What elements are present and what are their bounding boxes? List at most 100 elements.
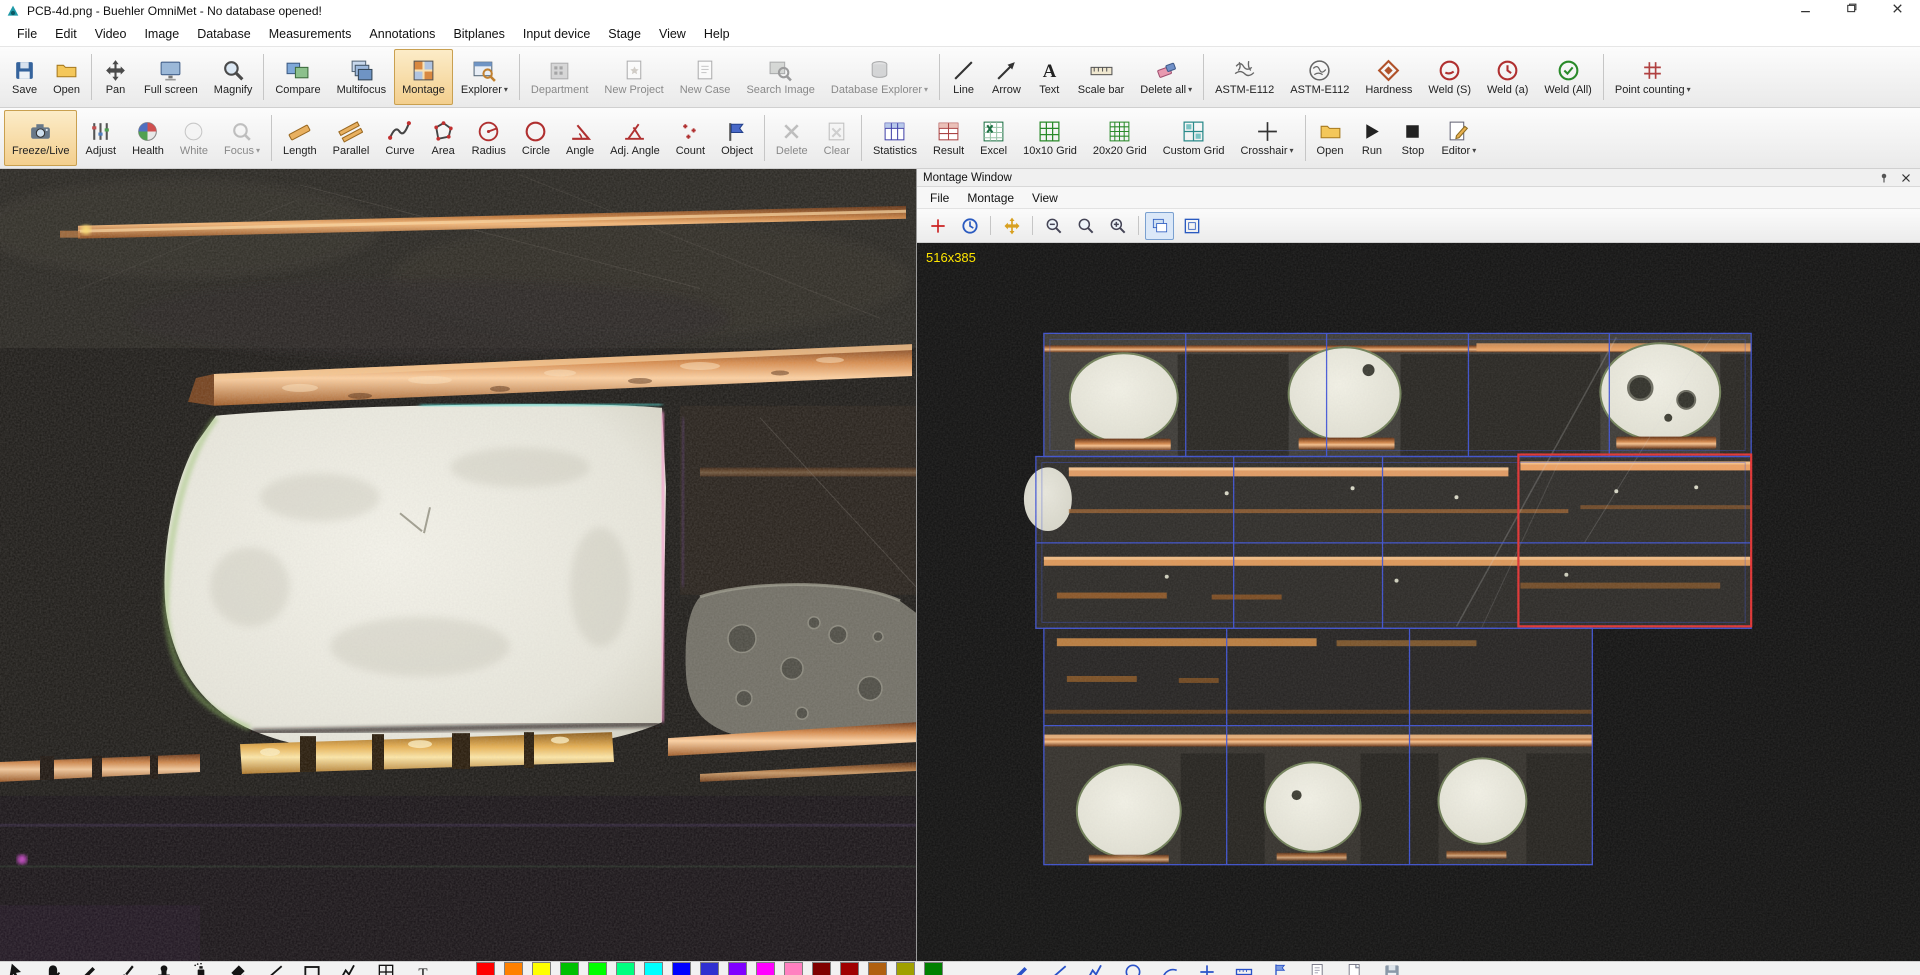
weld-all-button[interactable]: Weld (All) [1536,49,1599,105]
image-viewport[interactable] [0,169,916,961]
excel-button[interactable]: Excel [972,110,1015,166]
flagb-tool-button[interactable] [1271,962,1291,975]
menu-input-device[interactable]: Input device [514,24,599,44]
menu-image[interactable]: Image [135,24,188,44]
menu-bitplanes[interactable]: Bitplanes [444,24,513,44]
montage-menu-file[interactable]: File [921,189,958,207]
palette-swatch-11[interactable] [784,962,803,975]
circleb-tool-button[interactable] [1123,962,1143,975]
poly-tool-button[interactable] [339,962,359,975]
pan-button[interactable]: Pan [95,49,136,105]
result-button[interactable]: Result [925,110,972,166]
explorer-button[interactable]: Explorer▾ [453,49,516,105]
maximize-button[interactable] [1828,0,1874,22]
recti-tool-button[interactable] [302,962,322,975]
crosshair-button[interactable]: Crosshair▾ [1232,110,1301,166]
pencilb-tool-button[interactable] [1012,962,1032,975]
rotate-tool-button[interactable] [955,212,984,240]
adj-angle-button[interactable]: Adj. Angle [602,110,668,166]
menu-database[interactable]: Database [188,24,260,44]
editor-button[interactable]: Editor▾ [1433,110,1484,166]
close-button[interactable] [1874,0,1920,22]
point-counting-button[interactable]: Point counting▾ [1607,49,1699,105]
montage-menu-montage[interactable]: Montage [958,189,1023,207]
texti-tool-button[interactable]: T [413,962,433,975]
menu-help[interactable]: Help [695,24,739,44]
pointer-tool-button[interactable] [6,962,26,975]
menu-video[interactable]: Video [86,24,136,44]
palette-swatch-3[interactable] [560,962,579,975]
doc2-tool-button[interactable] [1345,962,1365,975]
magnify-button[interactable]: Magnify [206,49,261,105]
open-button[interactable]: Open [45,49,88,105]
length-button[interactable]: Length [275,110,325,166]
scale-bar-button[interactable]: Scale bar [1070,49,1132,105]
minimize-button[interactable] [1782,0,1828,22]
parallel-button[interactable]: Parallel [325,110,378,166]
weld-a-button[interactable]: Weld (a) [1479,49,1536,105]
multifocus-button[interactable]: Multifocus [329,49,395,105]
savesmall-tool-button[interactable] [1382,962,1402,975]
stop-button[interactable]: Stop [1392,110,1433,166]
palette-swatch-10[interactable] [756,962,775,975]
palette-swatch-16[interactable] [924,962,943,975]
montage-titlebar[interactable]: Montage Window [917,169,1920,187]
arcb-tool-button[interactable] [1160,962,1180,975]
montage-button[interactable]: Montage [394,49,453,105]
circle-button[interactable]: Circle [514,110,558,166]
cascade-tool-button[interactable] [1145,212,1174,240]
count-button[interactable]: Count [668,110,713,166]
montage-canvas[interactable]: 516x385 [917,243,1920,961]
zoomin-tool-button[interactable] [1103,212,1132,240]
run-button[interactable]: Run [1351,110,1392,166]
stamp-tool-button[interactable] [154,962,174,975]
adjust-button[interactable]: Adjust [77,110,124,166]
palette-swatch-12[interactable] [812,962,831,975]
hardness-button[interactable]: Hardness [1357,49,1420,105]
palette-swatch-6[interactable] [644,962,663,975]
spray-tool-button[interactable] [191,962,211,975]
pencil-tool-button[interactable] [80,962,100,975]
astm-e112-button[interactable]: ASTM-E112 [1207,49,1282,105]
custom-grid-button[interactable]: Custom Grid [1155,110,1233,166]
object-button[interactable]: Object [713,110,761,166]
weld-s-button[interactable]: Weld (S) [1420,49,1479,105]
doc-tool-button[interactable] [1308,962,1328,975]
brush-tool-button[interactable] [117,962,137,975]
lineb-tool-button[interactable] [1049,962,1069,975]
crossb-tool-button[interactable] [1197,962,1217,975]
palette-swatch-15[interactable] [896,962,915,975]
menu-edit[interactable]: Edit [46,24,86,44]
menu-file[interactable]: File [8,24,46,44]
montage-menu-view[interactable]: View [1023,189,1067,207]
open-button[interactable]: Open [1309,110,1352,166]
freeze-live-button[interactable]: Freeze/Live [4,110,77,166]
menu-annotations[interactable]: Annotations [360,24,444,44]
area-button[interactable]: Area [423,110,464,166]
palette-swatch-1[interactable] [504,962,523,975]
delete-all-button[interactable]: Delete all▾ [1132,49,1200,105]
palette-swatch-2[interactable] [532,962,551,975]
palette-swatch-14[interactable] [868,962,887,975]
curve-button[interactable]: Curve [377,110,422,166]
save-button[interactable]: Save [4,49,45,105]
text-button[interactable]: AText [1029,49,1070,105]
angle-button[interactable]: Angle [558,110,602,166]
palette-swatch-8[interactable] [700,962,719,975]
palette-swatch-5[interactable] [616,962,635,975]
menu-measurements[interactable]: Measurements [260,24,361,44]
hand-tool-button[interactable] [43,962,63,975]
health-button[interactable]: Health [124,110,172,166]
radius-button[interactable]: Radius [464,110,514,166]
rulerb-tool-button[interactable] [1234,962,1254,975]
fill-tool-button[interactable] [228,962,248,975]
fitwin-tool-button[interactable] [1177,212,1206,240]
gridi-tool-button[interactable] [376,962,396,975]
arrow-button[interactable]: Arrow [984,49,1029,105]
full-screen-button[interactable]: Full screen [136,49,206,105]
palette-swatch-7[interactable] [672,962,691,975]
linei-tool-button[interactable] [265,962,285,975]
plusred-tool-button[interactable] [923,212,952,240]
astm-e112-button[interactable]: ASTM-E112 [1282,49,1357,105]
palette-swatch-13[interactable] [840,962,859,975]
